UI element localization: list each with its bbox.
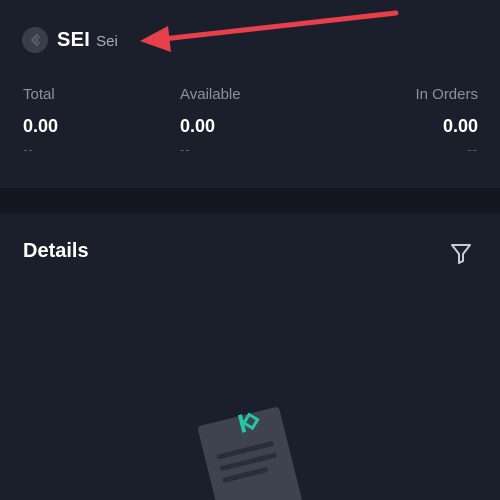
total-fiat-value: --: [23, 142, 34, 157]
coin-symbol: SEI: [57, 28, 91, 51]
available-label: Available: [180, 86, 241, 103]
coin-logo-icon: [22, 27, 48, 53]
balance-panel: SEI Sei Total 0.00 -- Available 0.00 -- …: [0, 0, 500, 188]
available-fiat-value: --: [180, 142, 191, 157]
total-value: 0.00: [23, 116, 59, 136]
total-label: Total: [23, 86, 55, 103]
in-orders-label: In Orders: [415, 86, 478, 103]
available-value: 0.00: [180, 116, 216, 136]
in-orders-value: 0.00: [442, 116, 478, 136]
details-title: Details: [23, 240, 89, 262]
empty-document-icon: [198, 407, 302, 500]
filter-icon[interactable]: [448, 240, 474, 266]
coin-name: Sei: [96, 33, 118, 50]
in-orders-fiat-value: --: [467, 142, 478, 157]
coin-header: SEI Sei: [22, 27, 118, 53]
section-divider: [0, 188, 500, 214]
